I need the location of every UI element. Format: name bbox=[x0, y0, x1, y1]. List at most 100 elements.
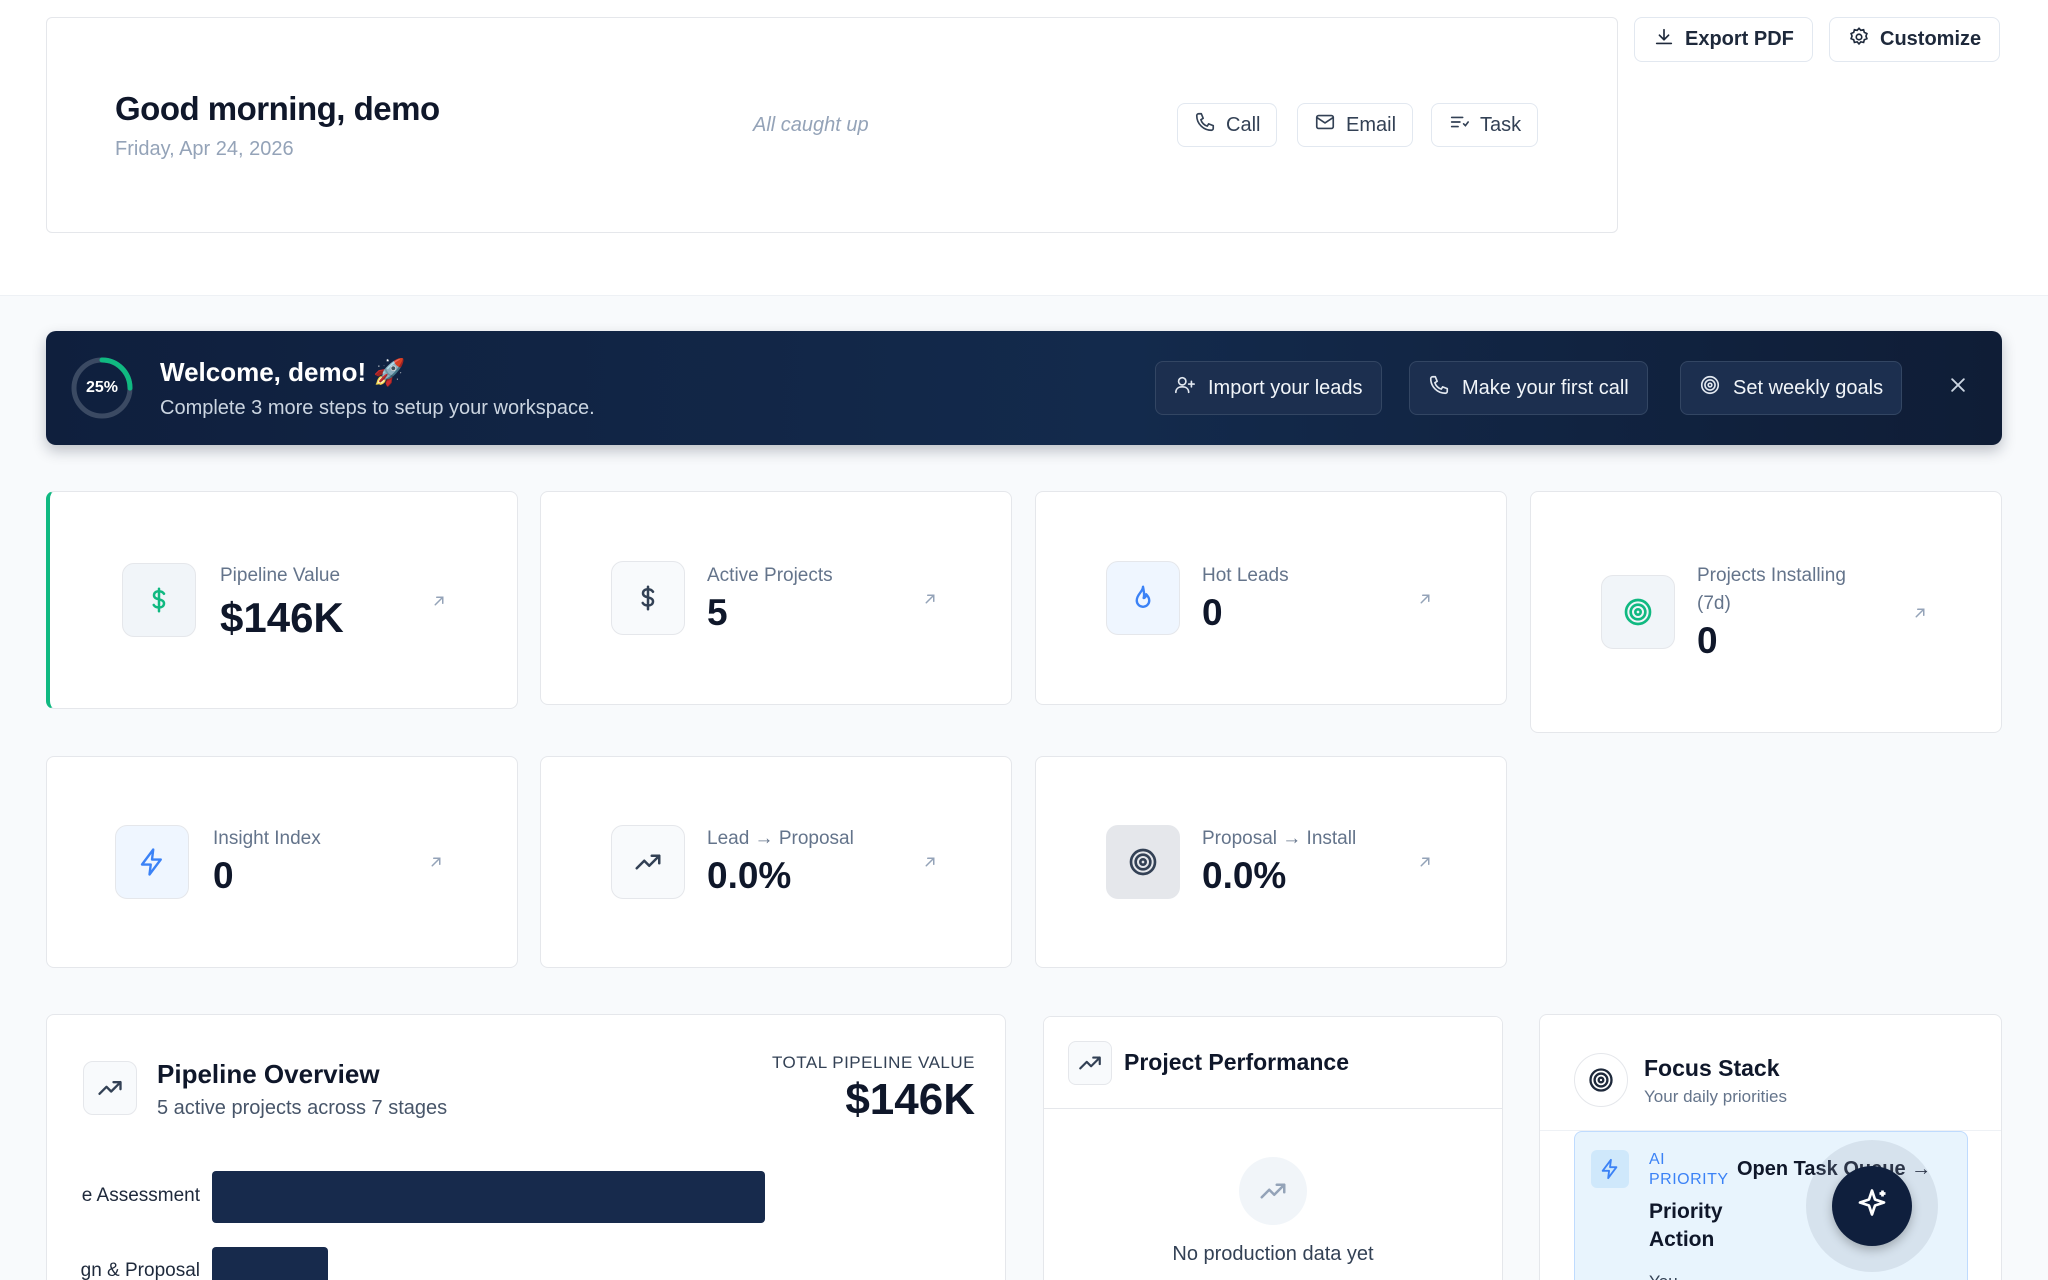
trend-up-icon bbox=[1239, 1157, 1307, 1225]
ai-assistant-button[interactable] bbox=[1832, 1166, 1912, 1246]
pipeline-overview-panel: Pipeline Overview 5 active projects acro… bbox=[46, 1014, 1006, 1280]
stage-bar[interactable] bbox=[212, 1171, 765, 1223]
greeting-date: Friday, Apr 24, 2026 bbox=[115, 138, 294, 160]
stat-label: Insight Index bbox=[213, 828, 321, 849]
stat-label: Hot Leads bbox=[1202, 565, 1289, 586]
email-button[interactable]: Email bbox=[1297, 103, 1414, 147]
arrow-up-right-icon bbox=[925, 594, 935, 604]
stat-card-lead-proposal[interactable]: Lead → Proposal 0.0% bbox=[540, 756, 1012, 968]
task-label: Task bbox=[1480, 113, 1522, 136]
ai-badge: AI PRIORITY bbox=[1649, 1150, 1729, 1190]
priority-title-line2: Action bbox=[1649, 1228, 1715, 1251]
stat-card-projects-installing[interactable]: Projects Installing (7d) 0 bbox=[1530, 491, 2002, 733]
stat-card-hot-leads[interactable]: Hot Leads 0 bbox=[1035, 491, 1507, 705]
stat-label: Active Projects bbox=[707, 565, 833, 586]
stage-label: e Assessment bbox=[81, 1185, 200, 1206]
ai-assistant-fab-halo bbox=[1806, 1140, 1938, 1272]
welcome-subtitle: Complete 3 more steps to setup your work… bbox=[160, 397, 595, 419]
stat-value: 0.0% bbox=[1202, 855, 1287, 896]
empty-state-title: No production data yet bbox=[1172, 1243, 1374, 1265]
arrow-up-right-icon bbox=[1420, 594, 1430, 604]
target-icon bbox=[1601, 575, 1675, 649]
target-icon bbox=[1699, 374, 1721, 402]
phone-icon bbox=[1194, 111, 1216, 139]
dollar-icon bbox=[611, 561, 685, 635]
task-button[interactable]: Task bbox=[1431, 103, 1539, 147]
stat-label: Pipeline Value bbox=[220, 565, 341, 586]
stage-label: gn & Proposal bbox=[80, 1260, 200, 1280]
trend-up-icon bbox=[83, 1061, 137, 1115]
weekly-goals-label: Set weekly goals bbox=[1733, 376, 1884, 399]
weekly-goals-button[interactable]: Set weekly goals bbox=[1680, 361, 1903, 415]
stat-label-suffix: (7d) bbox=[1697, 593, 1731, 614]
arrow-up-right-icon bbox=[1420, 857, 1430, 867]
greeting-title: Good morning, demo bbox=[115, 90, 440, 127]
panel-title: Pipeline Overview bbox=[157, 1059, 380, 1089]
download-icon bbox=[1653, 26, 1675, 54]
trend-up-icon bbox=[611, 825, 685, 899]
stat-value: 0 bbox=[1202, 592, 1223, 633]
priority-owner: You bbox=[1649, 1272, 1678, 1280]
stat-label: Proposal → Install bbox=[1202, 828, 1357, 849]
mail-icon bbox=[1314, 111, 1336, 139]
stat-value: 0.0% bbox=[707, 855, 792, 896]
call-label: Call bbox=[1226, 113, 1261, 136]
flame-icon bbox=[1106, 561, 1180, 635]
user-plus-icon bbox=[1174, 374, 1196, 402]
stat-card-active-projects[interactable]: Active Projects 5 bbox=[540, 491, 1012, 705]
priority-title-line1: Priority bbox=[1649, 1200, 1723, 1223]
email-label: Email bbox=[1346, 113, 1397, 136]
stat-value: 5 bbox=[707, 592, 728, 633]
stat-card-insight-index[interactable]: Insight Index 0 bbox=[46, 756, 518, 968]
stat-value: 0 bbox=[213, 855, 234, 896]
task-icon bbox=[1448, 111, 1470, 139]
export-pdf-button[interactable]: Export PDF bbox=[1634, 17, 1813, 62]
import-leads-label: Import your leads bbox=[1208, 376, 1363, 399]
progress-percent: 25% bbox=[85, 379, 119, 396]
welcome-title: Welcome, demo! 🚀 bbox=[160, 357, 406, 387]
panel-title: Focus Stack bbox=[1644, 1055, 1780, 1081]
status-text: All caught up bbox=[753, 114, 869, 136]
arrow-up-right-icon bbox=[434, 596, 444, 606]
call-button[interactable]: Call bbox=[1177, 103, 1278, 147]
stat-value: $146K bbox=[220, 594, 344, 641]
greeting-card: Good morning, demo Friday, Apr 24, 2026 … bbox=[46, 17, 1618, 233]
gear-icon bbox=[1848, 26, 1870, 54]
total-pipeline-label: TOTAL PIPELINE VALUE bbox=[771, 1053, 975, 1072]
close-banner-button[interactable] bbox=[1942, 371, 1974, 403]
arrow-up-right-icon bbox=[1915, 608, 1925, 618]
trend-up-icon bbox=[1068, 1041, 1112, 1085]
sparkle-icon bbox=[1854, 1186, 1890, 1227]
stat-card-pipeline-value[interactable]: Pipeline Value $146K bbox=[46, 491, 518, 709]
close-icon bbox=[1948, 375, 1968, 400]
arrow-up-right-icon bbox=[925, 857, 935, 867]
dollar-icon bbox=[122, 563, 196, 637]
phone-icon bbox=[1428, 374, 1450, 402]
bolt-icon bbox=[115, 825, 189, 899]
target-icon bbox=[1574, 1053, 1628, 1107]
stat-label: Projects Installing bbox=[1697, 565, 1846, 586]
panel-subtitle: 5 active projects across 7 stages bbox=[157, 1097, 448, 1119]
customize-button[interactable]: Customize bbox=[1829, 17, 2001, 62]
first-call-label: Make your first call bbox=[1462, 376, 1629, 399]
stat-label: Lead → Proposal bbox=[707, 828, 854, 849]
first-call-button[interactable]: Make your first call bbox=[1409, 361, 1648, 415]
export-pdf-label: Export PDF bbox=[1685, 28, 1794, 50]
customize-label: Customize bbox=[1880, 28, 1982, 50]
stat-card-proposal-install[interactable]: Proposal → Install 0.0% bbox=[1035, 756, 1507, 968]
panel-title: Project Performance bbox=[1124, 1049, 1349, 1075]
target-icon bbox=[1106, 825, 1180, 899]
stat-value: 0 bbox=[1697, 620, 1718, 661]
stage-bar[interactable] bbox=[212, 1247, 328, 1280]
project-performance-panel: Project Performance No production data y… bbox=[1043, 1016, 1503, 1280]
onboarding-banner: 25% Welcome, demo! 🚀 Complete 3 more ste… bbox=[46, 331, 2002, 445]
panel-subtitle: Your daily priorities bbox=[1644, 1087, 1787, 1106]
import-leads-button[interactable]: Import your leads bbox=[1155, 361, 1382, 415]
bolt-icon bbox=[1591, 1150, 1629, 1188]
arrow-up-right-icon bbox=[431, 857, 441, 867]
ai-badge-line1: AI bbox=[1649, 1151, 1666, 1168]
priority-title: Priority Action bbox=[1649, 1198, 1723, 1254]
ai-badge-line2: PRIORITY bbox=[1649, 1171, 1729, 1188]
total-pipeline-value: $146K bbox=[845, 1075, 975, 1124]
focus-stack-panel: Focus Stack Your daily priorities AI PRI… bbox=[1539, 1014, 2002, 1280]
